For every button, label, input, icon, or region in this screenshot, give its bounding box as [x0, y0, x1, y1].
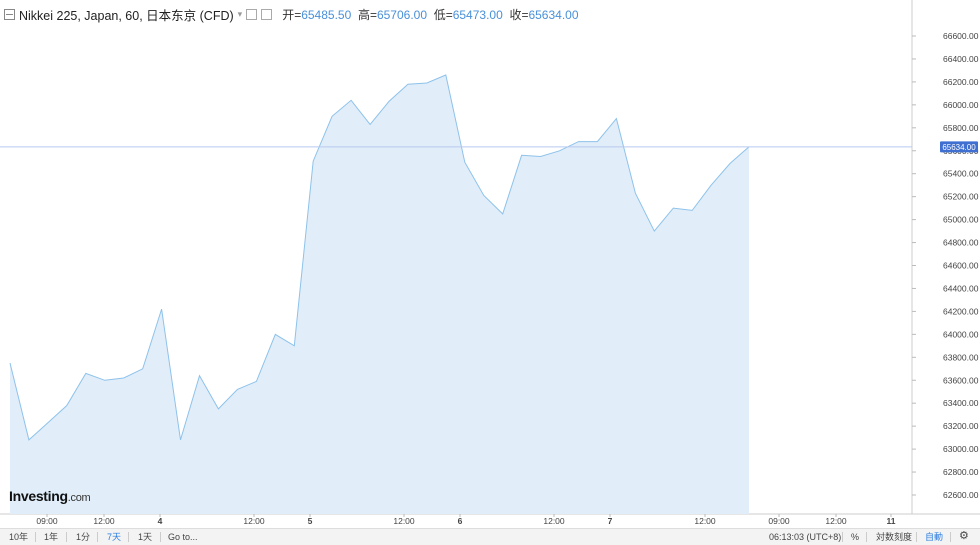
footer-divider: [128, 532, 129, 542]
x-tick-label: 7: [608, 516, 613, 526]
x-tick-label: 12:00: [825, 516, 847, 526]
last-price-tag: 65634.00: [940, 141, 978, 153]
footer-divider: [866, 532, 867, 542]
logo-suffix: .com: [67, 492, 91, 504]
compare-icon[interactable]: [246, 8, 258, 20]
y-tick-label: 64000.00: [943, 329, 979, 339]
chart-footer: 10年 1年 1分 7天 1天 Go to... 06:13:03 (UTC+8…: [0, 528, 980, 545]
x-tick-label: 12:00: [393, 516, 415, 526]
footer-divider: [97, 532, 98, 542]
close-label: 收=: [509, 7, 529, 22]
y-tick-label: 66600.00: [943, 31, 979, 41]
y-tick-label: 65200.00: [943, 192, 979, 202]
low-label: 低=: [433, 7, 453, 22]
x-tick-label: 12:00: [243, 516, 265, 526]
y-tick-label: 64200.00: [943, 306, 979, 316]
price-area-fill: [10, 75, 749, 514]
low-value: 65473.00: [452, 7, 503, 22]
y-tick-label: 63400.00: [943, 398, 979, 408]
footer-divider: [950, 532, 951, 542]
range-1d-button[interactable]: 1天: [138, 531, 152, 543]
y-tick-label: 65400.00: [943, 169, 979, 179]
range-1y-button[interactable]: 1年: [44, 531, 58, 543]
footer-divider: [66, 532, 67, 542]
symbol-title[interactable]: Nikkei 225, Japan, 60, 日本东京 (CFD): [19, 5, 234, 24]
y-tick-label: 66400.00: [943, 54, 979, 64]
auto-scale-toggle[interactable]: 自動: [925, 531, 943, 543]
x-tick-label: 6: [458, 516, 463, 526]
y-tick-label: 63800.00: [943, 352, 979, 362]
x-tick-label: 09:00: [768, 516, 790, 526]
log-scale-toggle[interactable]: 対数刻度: [876, 531, 912, 543]
footer-divider: [160, 532, 161, 542]
settings-square-icon[interactable]: [261, 8, 273, 20]
price-chart[interactable]: 62600.00 62800.00 63000.00 63200.00 63400.00…: [0, 0, 980, 528]
y-tick-label: 64600.00: [943, 261, 979, 271]
high-label: 高=: [357, 7, 377, 22]
y-tick-label: 63600.00: [943, 375, 979, 385]
y-tick-label: 62800.00: [943, 467, 979, 477]
high-value: 65706.00: [376, 7, 428, 22]
x-tick-label: 12:00: [543, 516, 565, 526]
open-label: 开=: [282, 7, 302, 22]
gear-icon[interactable]: ⚙: [959, 530, 969, 542]
range-1m-button[interactable]: 1分: [76, 531, 90, 543]
y-tick-label: 63000.00: [943, 444, 979, 454]
chart-header: Nikkei 225, Japan, 60, 日本东京 (CFD) ▾ 开=65…: [0, 0, 912, 28]
collapse-icon[interactable]: [4, 8, 15, 20]
investing-logo: Investing.com: [9, 488, 91, 504]
footer-divider: [916, 532, 917, 542]
chevron-down-icon[interactable]: ▾: [238, 9, 243, 20]
range-7d-button[interactable]: 7天: [107, 531, 121, 543]
y-tick-label: 62600.00: [943, 490, 979, 500]
y-tick-label: 63200.00: [943, 421, 979, 431]
last-price-label: 65634.00: [942, 143, 976, 152]
y-tick-label: 64800.00: [943, 238, 979, 248]
clock-readout: 06:13:03 (UTC+8): [769, 532, 842, 542]
x-tick-label: 11: [887, 516, 896, 526]
x-axis: 09:00 12:00 4 12:00 5 12:00 6 12:00 7 12:00 09:00 1…: [36, 514, 896, 526]
y-tick-label: 66200.00: [943, 77, 979, 87]
y-tick-label: 66000.00: [943, 100, 979, 110]
x-tick-label: 4: [158, 516, 163, 526]
goto-button[interactable]: Go to...: [168, 531, 198, 543]
ohlc-readout: 开=65485.50 高=65706.00 低=65473.00 收=65634…: [282, 6, 578, 23]
x-tick-label: 09:00: [36, 516, 58, 526]
y-axis: 62600.00 62800.00 63000.00 63200.00 63400.00…: [912, 31, 979, 500]
close-value: 65634.00: [528, 7, 579, 22]
y-tick-label: 64400.00: [943, 283, 979, 293]
percent-toggle[interactable]: %: [851, 531, 859, 543]
footer-divider: [842, 532, 843, 542]
x-tick-label: 12:00: [93, 516, 115, 526]
y-tick-label: 65800.00: [943, 123, 979, 133]
open-value: 65485.50: [301, 7, 352, 22]
range-10y-button[interactable]: 10年: [9, 531, 28, 543]
logo-brand: Investing: [9, 488, 68, 504]
x-tick-label: 12:00: [694, 516, 716, 526]
footer-divider: [35, 532, 36, 542]
x-tick-label: 5: [308, 516, 313, 526]
y-tick-label: 65000.00: [943, 215, 979, 225]
